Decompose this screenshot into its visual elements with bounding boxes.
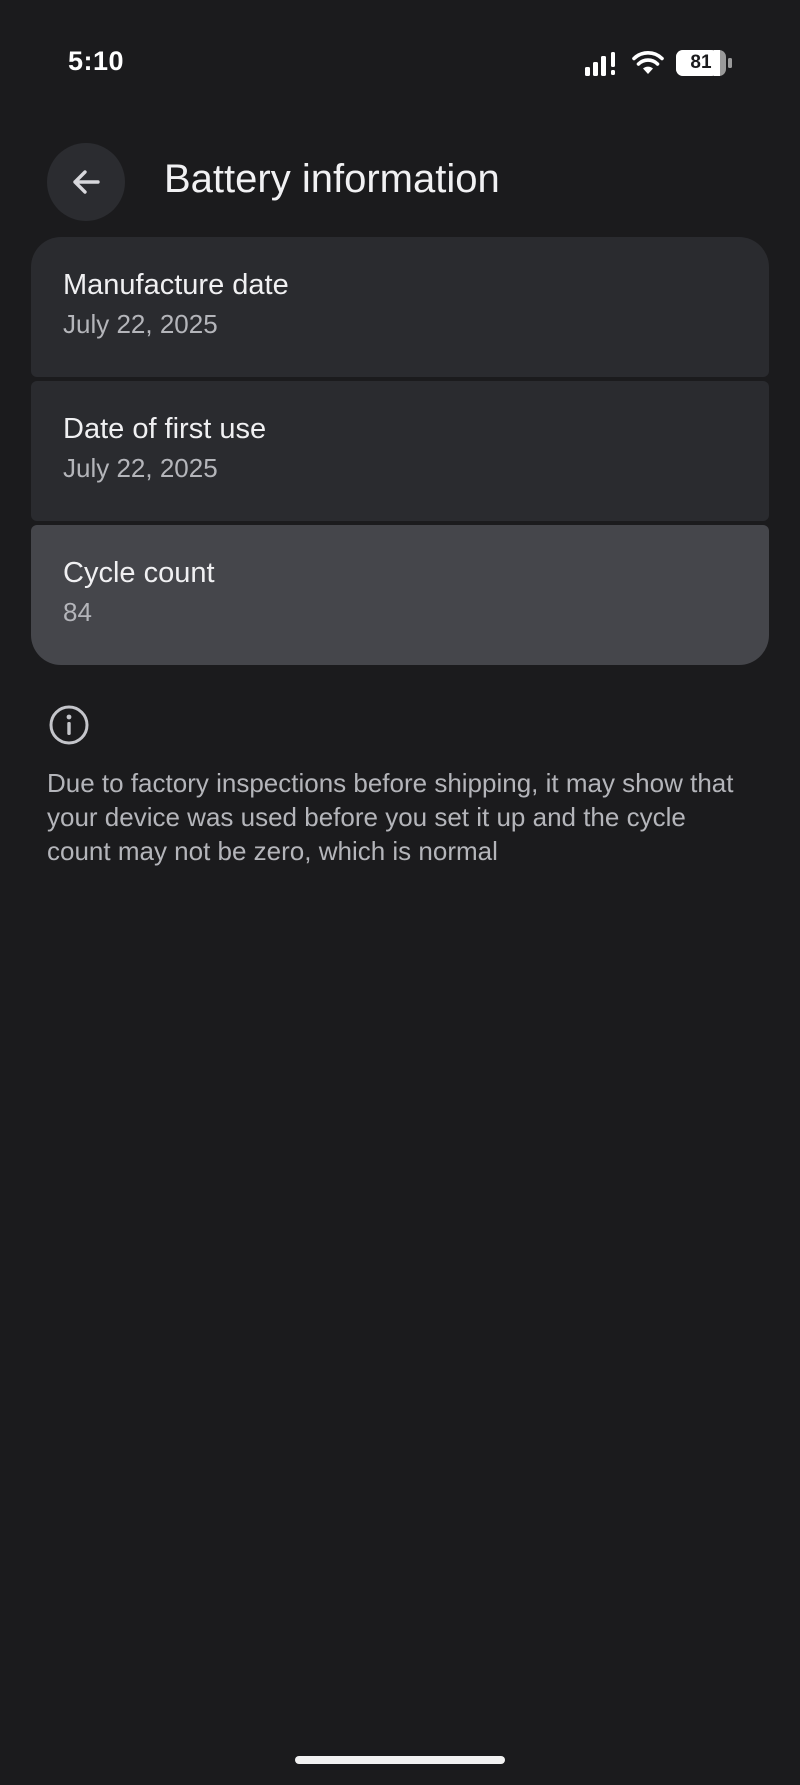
item-value: 84 xyxy=(63,597,92,627)
arrow-left-icon xyxy=(73,170,100,194)
status-icons: 81 xyxy=(584,50,732,76)
cycle-count-item[interactable]: Cycle count 84 xyxy=(31,525,769,665)
item-value: July 22, 2025 xyxy=(63,309,218,339)
battery-indicator: 81 xyxy=(676,50,732,76)
item-value: July 22, 2025 xyxy=(63,453,218,483)
item-title: Date of first use xyxy=(63,413,267,445)
manufacture-date-item[interactable]: Manufacture date July 22, 2025 xyxy=(31,237,769,377)
wifi-icon xyxy=(632,51,664,74)
item-title: Manufacture date xyxy=(63,269,289,301)
info-text: Due to factory inspections before shippi… xyxy=(47,768,734,866)
status-time: 5:10 xyxy=(68,46,125,76)
item-title: Cycle count xyxy=(63,557,215,589)
home-indicator[interactable] xyxy=(295,1756,505,1764)
back-button[interactable] xyxy=(47,143,125,221)
battery-level: 81 xyxy=(690,52,712,73)
signal-icon xyxy=(585,52,615,76)
battery-information-screen: 5:10 81 Battery information Manufacture … xyxy=(0,0,800,1785)
first-use-date-item[interactable]: Date of first use July 22, 2025 xyxy=(31,381,769,521)
status-bar: 5:10 81 xyxy=(0,0,800,120)
battery-info-list: Manufacture date July 22, 2025 Date of f… xyxy=(31,237,769,665)
page-title: Battery information xyxy=(164,157,500,201)
info-icon xyxy=(49,705,89,745)
